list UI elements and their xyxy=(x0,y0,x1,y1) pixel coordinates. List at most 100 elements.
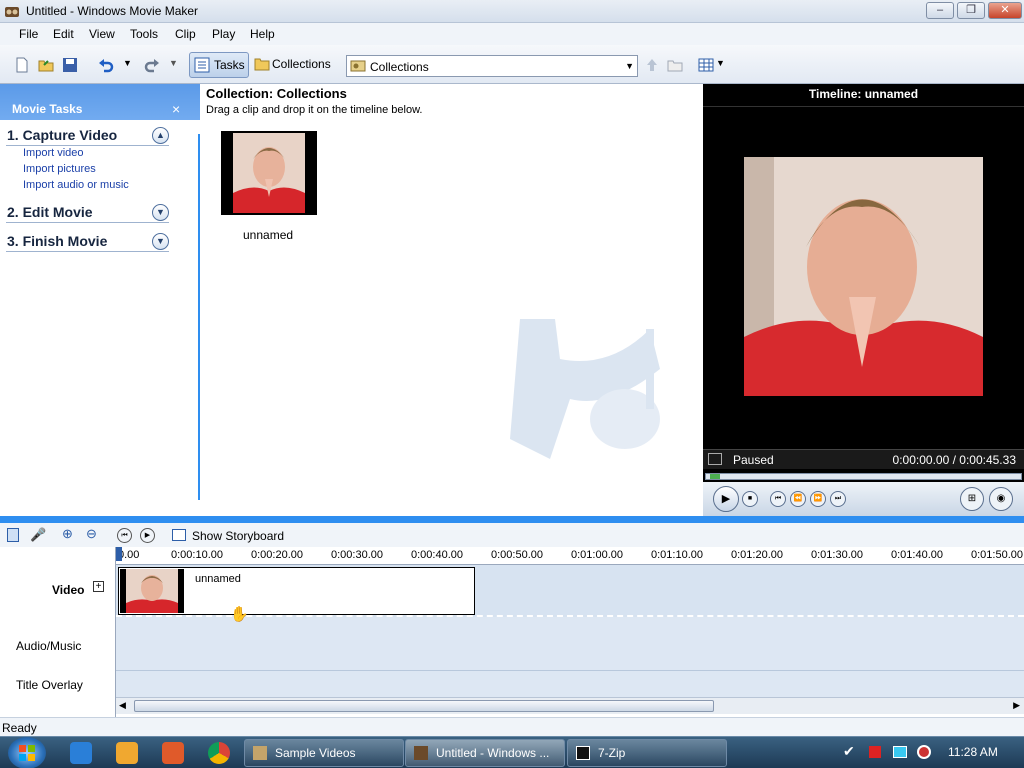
menu-play[interactable]: Play xyxy=(212,27,235,41)
set-audio-levels-icon[interactable] xyxy=(7,528,19,542)
menu-file[interactable]: File xyxy=(19,27,38,41)
scroll-left-icon[interactable]: ◀ xyxy=(119,700,126,711)
tick-label: 0:00:20.00 xyxy=(251,549,303,561)
collection-icon xyxy=(350,60,366,72)
take-picture-button[interactable]: ◉ xyxy=(989,487,1013,511)
internet-explorer-icon[interactable] xyxy=(70,742,92,764)
hand-cursor-icon: ✋ xyxy=(230,606,249,623)
timeline-scrollbar[interactable]: ◀ ▶ xyxy=(116,697,1024,714)
scroll-thumb[interactable] xyxy=(134,700,714,712)
playback-status: Paused xyxy=(733,453,774,467)
save-icon[interactable] xyxy=(62,57,78,73)
film-music-watermark-icon xyxy=(510,319,660,459)
chevron-down-icon: ▼ xyxy=(625,61,634,71)
undo-dropdown-icon[interactable]: ▼ xyxy=(123,58,132,68)
redo-icon[interactable] xyxy=(144,57,160,73)
network-icon[interactable] xyxy=(893,746,907,758)
menu-help[interactable]: Help xyxy=(250,27,275,41)
action-center-icon[interactable] xyxy=(869,746,881,758)
start-button[interactable] xyxy=(8,737,46,768)
pane-divider[interactable] xyxy=(198,134,200,500)
tasks-button[interactable]: Tasks xyxy=(189,52,249,78)
fast-forward-button[interactable]: ⏩ xyxy=(810,491,826,507)
up-level-icon[interactable] xyxy=(644,57,660,73)
rewind-button[interactable]: ⏪ xyxy=(790,491,806,507)
tick-label: 0:00:30.00 xyxy=(331,549,383,561)
menu-view[interactable]: View xyxy=(89,27,115,41)
rewind-timeline-icon[interactable]: ⏮ xyxy=(117,528,132,543)
timeline-clip-thumbnail xyxy=(120,569,184,613)
capture-video-heading[interactable]: 1. Capture Video xyxy=(7,127,117,143)
next-frame-button[interactable]: ⏭ xyxy=(830,491,846,507)
redo-dropdown-icon[interactable]: ▼ xyxy=(169,58,178,68)
views-icon[interactable] xyxy=(698,57,714,73)
windows-logo-icon xyxy=(19,745,35,761)
collection-select[interactable]: Collections ▼ xyxy=(346,55,638,77)
expand-track-icon[interactable]: + xyxy=(93,581,104,592)
collection-title: Collection: Collections xyxy=(206,86,347,101)
tick-label: 0:01:00.00 xyxy=(571,549,623,561)
volume-icon[interactable] xyxy=(917,745,931,759)
import-pictures-link[interactable]: Import pictures xyxy=(23,163,96,175)
movie-tasks-header: Movie Tasks × xyxy=(0,84,200,120)
chevron-down-icon[interactable]: ▼ xyxy=(152,233,169,250)
chevron-up-icon[interactable]: ▲ xyxy=(152,127,169,144)
import-video-link[interactable]: Import video xyxy=(23,147,84,159)
close-icon[interactable]: × xyxy=(172,101,180,117)
play-timeline-icon[interactable]: ▶ xyxy=(140,528,155,543)
audio-track-label: Audio/Music xyxy=(16,639,82,653)
menu-edit[interactable]: Edit xyxy=(53,27,74,41)
maximize-button[interactable]: ❐ xyxy=(957,2,985,19)
app-launcher-icon[interactable] xyxy=(162,742,184,764)
taskbar-item-7zip[interactable]: 7-Zip xyxy=(567,739,727,767)
minimize-button[interactable]: – xyxy=(926,2,954,19)
previous-frame-button[interactable]: ⏮ xyxy=(770,491,786,507)
zoom-out-icon[interactable]: ⊖ xyxy=(86,526,97,542)
open-project-icon[interactable] xyxy=(38,57,54,73)
seek-bar[interactable] xyxy=(705,473,1022,480)
seek-thumb[interactable] xyxy=(710,474,720,479)
taskbar-item-sample-videos[interactable]: Sample Videos xyxy=(244,739,404,767)
zoom-in-icon[interactable]: ⊕ xyxy=(62,526,73,542)
audio-track[interactable] xyxy=(116,619,1024,671)
menu-bar: File Edit View Tools Clip Play Help xyxy=(0,23,1024,45)
split-icon[interactable] xyxy=(708,453,722,465)
import-audio-link[interactable]: Import audio or music xyxy=(23,179,129,191)
clip-thumbnail[interactable] xyxy=(221,131,317,215)
new-collection-icon[interactable] xyxy=(667,57,683,73)
chrome-icon[interactable] xyxy=(208,742,230,764)
views-dropdown-icon[interactable]: ▼ xyxy=(716,58,725,68)
movie-tasks-pane: Movie Tasks × 1. Capture Video ▲ Import … xyxy=(0,84,200,516)
tick-label: 0:01:10.00 xyxy=(651,549,703,561)
playhead[interactable] xyxy=(116,547,122,561)
tick-label: 0:01:20.00 xyxy=(731,549,783,561)
timeline-ruler[interactable]: 0.00 0:00:10.00 0:00:20.00 0:00:30.00 0:… xyxy=(116,547,1024,565)
menu-tools[interactable]: Tools xyxy=(130,27,158,41)
play-button[interactable]: ▶ xyxy=(713,486,739,512)
collections-button[interactable]: Collections xyxy=(252,52,336,78)
undo-icon[interactable] xyxy=(98,57,114,73)
edit-movie-heading[interactable]: 2. Edit Movie xyxy=(7,204,93,220)
chevron-down-icon[interactable]: ▼ xyxy=(152,204,169,221)
narrate-timeline-icon[interactable]: 🎤 xyxy=(30,527,46,543)
tick-label: 0:01:50.00 xyxy=(971,549,1023,561)
menu-clip[interactable]: Clip xyxy=(175,27,196,41)
timeline-clip[interactable]: unnamed xyxy=(118,567,475,615)
scroll-right-icon[interactable]: ▶ xyxy=(1013,700,1020,711)
finish-movie-heading[interactable]: 3. Finish Movie xyxy=(7,233,107,249)
tray-icon[interactable]: ✔ xyxy=(843,743,855,760)
new-project-icon[interactable] xyxy=(14,57,30,73)
title-overlay-track[interactable] xyxy=(116,672,1024,697)
timeline-splitter[interactable] xyxy=(0,516,1024,523)
collection-hint: Drag a clip and drop it on the timeline … xyxy=(206,104,423,116)
tasks-icon xyxy=(194,57,210,73)
status-text: Ready xyxy=(2,721,37,735)
divider xyxy=(6,145,169,146)
taskbar-item-movie-maker[interactable]: Untitled - Windows ... xyxy=(405,739,565,767)
title-overlay-track-label: Title Overlay xyxy=(16,678,83,692)
title-bar: Untitled - Windows Movie Maker – ❐ ✕ xyxy=(0,0,1024,23)
close-button[interactable]: ✕ xyxy=(988,2,1022,19)
split-clip-button[interactable]: ⊞ xyxy=(960,487,984,511)
stop-button[interactable]: ■ xyxy=(742,491,758,507)
media-player-icon[interactable] xyxy=(116,742,138,764)
